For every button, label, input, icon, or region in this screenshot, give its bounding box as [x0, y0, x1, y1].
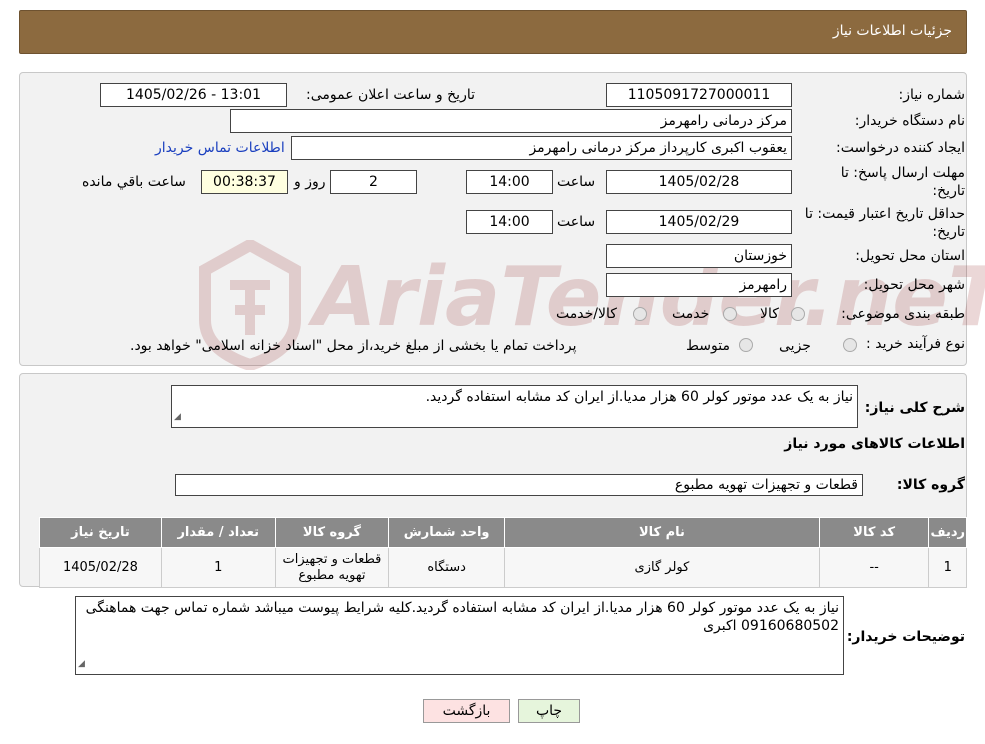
- buyer-label: نام دستگاه خریدار:: [854, 113, 965, 129]
- cell-unit: دستگاه: [388, 547, 506, 588]
- validity-time-field: 14:00: [466, 210, 553, 234]
- table-row: 1 -- کولر گازی دستگاه قطعات و تجهیزات ته…: [39, 547, 967, 588]
- category-option-goods: کالا: [760, 306, 779, 322]
- col-row: ردیف: [928, 517, 967, 548]
- validity-time-label: ساعت: [557, 214, 596, 230]
- back-button[interactable]: بازگشت: [423, 699, 510, 723]
- cell-quantity: 1: [160, 547, 276, 588]
- col-quantity: تعداد / مقدار: [160, 517, 276, 548]
- category-option-service: خدمت: [672, 306, 710, 322]
- process-radio-medium[interactable]: [739, 338, 753, 352]
- goods-group-field: قطعات و تجهیزات تهویه مطبوع: [175, 474, 863, 496]
- process-note: پرداخت تمام یا بخشی از مبلغ خرید،از محل …: [130, 338, 577, 354]
- cell-date: 1405/02/28: [39, 547, 162, 588]
- announce-field: 1405/02/26 - 13:01: [100, 83, 287, 107]
- buyer-contact-link[interactable]: اطلاعات تماس خریدار: [155, 140, 285, 156]
- buyer-notes-textarea: نیاز به یک عدد موتور کولر 60 هزار مدیا.ا…: [75, 596, 844, 675]
- col-code: کد کالا: [818, 517, 930, 548]
- city-field: رامهرمز: [606, 273, 792, 297]
- creator-field: یعقوب اکبری کارپرداز مرکز درمانی رامهرمز: [291, 136, 792, 160]
- process-label: نوع فرآیند خرید :: [866, 336, 965, 352]
- col-unit: واحد شمارش: [388, 517, 506, 548]
- summary-text: نیاز به یک عدد موتور کولر 60 هزار مدیا.ا…: [425, 389, 853, 405]
- category-radio-goods[interactable]: [791, 307, 805, 321]
- days-label: روز و: [294, 174, 326, 190]
- cell-code: --: [818, 547, 930, 588]
- buyer-notes-label: توضیحات خریدار:: [846, 629, 965, 645]
- process-radio-minor[interactable]: [843, 338, 857, 352]
- print-button[interactable]: چاپ: [518, 699, 580, 723]
- resize-handle-icon[interactable]: ◢: [174, 408, 181, 426]
- category-label: طبقه بندی موضوعی:: [841, 306, 965, 322]
- remaining-label: ساعت باقي مانده: [82, 174, 186, 190]
- col-date: تاریخ نیاز: [39, 517, 162, 548]
- province-label: استان محل تحویل:: [855, 248, 965, 264]
- col-group: گروه کالا: [274, 517, 390, 548]
- buyer-notes-text: نیاز به یک عدد موتور کولر 60 هزار مدیا.ا…: [85, 600, 839, 634]
- validity-label-date: تاریخ:: [932, 224, 965, 240]
- summary-textarea: نیاز به یک عدد موتور کولر 60 هزار مدیا.ا…: [171, 385, 858, 428]
- deadline-date-field: 1405/02/28: [606, 170, 792, 194]
- buyer-field: مرکز درمانی رامهرمز: [230, 109, 792, 133]
- deadline-time-label: ساعت: [557, 174, 596, 190]
- goods-table-header: ردیف کد کالا نام کالا واحد شمارش گروه کا…: [39, 517, 967, 548]
- cell-name: کولر گازی: [504, 547, 820, 588]
- page-header: جزئیات اطلاعات نیاز: [19, 10, 967, 54]
- process-option-minor: جزیی: [779, 338, 811, 354]
- days-field: 2: [330, 170, 417, 194]
- need-number-field: 1105091727000011: [606, 83, 792, 107]
- validity-date-field: 1405/02/29: [606, 210, 792, 234]
- process-option-medium: متوسط: [686, 338, 730, 354]
- category-radio-service[interactable]: [723, 307, 737, 321]
- deadline-label-date: تاریخ:: [932, 183, 965, 199]
- goods-section-title: اطلاعات کالاهای مورد نیاز: [784, 436, 965, 452]
- need-number-label: شماره نیاز:: [898, 87, 966, 103]
- goods-table: ردیف کد کالا نام کالا واحد شمارش گروه کا…: [39, 517, 967, 588]
- deadline-time-field: 14:00: [466, 170, 553, 194]
- cell-row: 1: [928, 547, 967, 588]
- goods-group-label: گروه کالا:: [896, 477, 965, 493]
- remaining-time-field: 00:38:37: [201, 170, 288, 194]
- page-title: جزئیات اطلاعات نیاز: [832, 23, 952, 39]
- summary-label: شرح کلی نیاز:: [864, 400, 965, 416]
- category-option-both: کالا/خدمت: [556, 306, 617, 322]
- announce-label: تاریخ و ساعت اعلان عمومی:: [306, 87, 475, 103]
- validity-label: حداقل تاریخ اعتبار قیمت: تا: [804, 206, 965, 222]
- creator-label: ایجاد کننده درخواست:: [836, 140, 965, 156]
- city-label: شهر محل تحویل:: [863, 277, 965, 293]
- deadline-label: مهلت ارسال پاسخ: تا: [840, 165, 965, 181]
- province-field: خوزستان: [606, 244, 792, 268]
- cell-group: قطعات و تجهیزات تهویه مطبوع: [274, 547, 390, 588]
- resize-handle-icon[interactable]: ◢: [78, 655, 85, 673]
- category-radio-both[interactable]: [633, 307, 647, 321]
- col-name: نام کالا: [504, 517, 820, 548]
